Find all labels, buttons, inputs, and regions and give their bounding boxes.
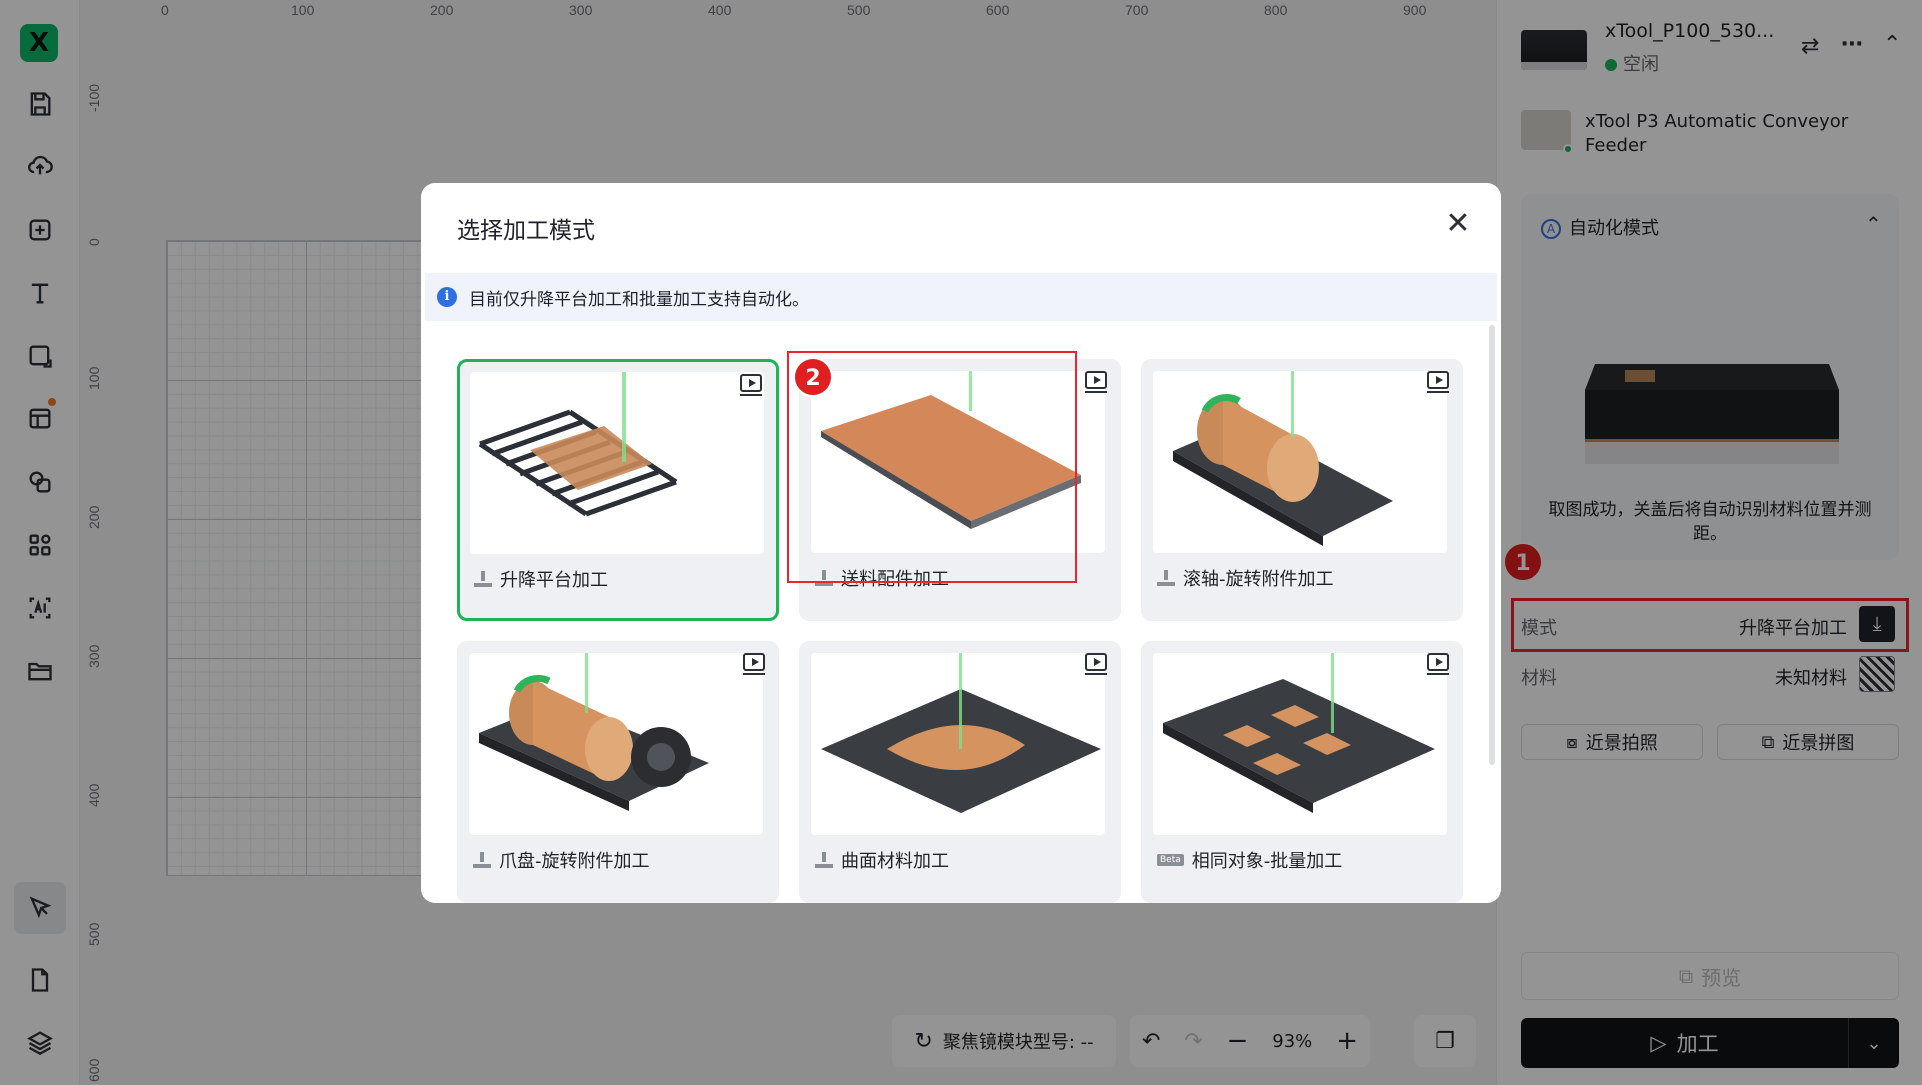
card-image <box>470 372 764 554</box>
info-text: 目前仅升降平台加工和批量加工支持自动化。 <box>469 289 809 310</box>
card-image <box>469 653 763 835</box>
step-badge-2: 2 <box>793 357 833 397</box>
lift-mode-icon <box>1157 570 1175 586</box>
card-label: 曲面材料加工 <box>815 847 949 873</box>
mode-card-curved-surface[interactable]: 曲面材料加工 <box>799 641 1121 903</box>
card-image <box>1153 371 1447 553</box>
video-icon[interactable] <box>1427 653 1449 675</box>
card-label-text: 爪盘-旋转附件加工 <box>499 851 650 872</box>
card-label: 滚轴-旋转附件加工 <box>1157 565 1334 591</box>
lift-mode-icon <box>474 571 492 587</box>
video-icon[interactable] <box>743 653 765 675</box>
card-label: 升降平台加工 <box>474 566 608 592</box>
chuck-rotary-illustration <box>479 653 709 811</box>
card-label: 爪盘-旋转附件加工 <box>473 847 650 873</box>
card-label-text: 滚轴-旋转附件加工 <box>1183 569 1334 590</box>
card-label-text: 相同对象-批量加工 <box>1191 851 1343 872</box>
mode-card-batch-processing[interactable]: Beta 相同对象-批量加工 <box>1141 641 1463 903</box>
info-icon: i <box>437 287 457 307</box>
video-icon[interactable] <box>740 374 762 396</box>
scrollbar[interactable] <box>1489 325 1495 765</box>
card-label: Beta 相同对象-批量加工 <box>1157 847 1342 873</box>
beta-badge: Beta <box>1157 854 1184 866</box>
lift-mode-icon <box>473 852 491 868</box>
processing-mode-dialog: 选择加工模式 ✕ i 目前仅升降平台加工和批量加工支持自动化。 升降平台加工 送… <box>421 183 1501 903</box>
close-icon[interactable]: ✕ <box>1443 209 1473 239</box>
lift-platform-illustration <box>478 372 678 517</box>
mode-card-chuck-rotary[interactable]: 爪盘-旋转附件加工 <box>457 641 779 903</box>
info-banner: i 目前仅升降平台加工和批量加工支持自动化。 <box>425 273 1497 321</box>
card-image <box>811 653 1105 835</box>
mode-card-roller-rotary[interactable]: 滚轴-旋转附件加工 <box>1141 359 1463 621</box>
card-image <box>1153 653 1447 835</box>
video-icon[interactable] <box>1085 371 1107 393</box>
lift-mode-icon <box>815 852 833 868</box>
batch-processing-illustration <box>1163 653 1435 813</box>
card-label-text: 曲面材料加工 <box>841 851 949 872</box>
curved-surface-illustration <box>821 653 1101 813</box>
roller-rotary-illustration <box>1173 371 1393 546</box>
dialog-title: 选择加工模式 <box>457 218 595 244</box>
video-icon[interactable] <box>1427 371 1449 393</box>
card-label-text: 升降平台加工 <box>500 570 608 591</box>
mode-card-lift-platform[interactable]: 升降平台加工 <box>457 359 779 621</box>
video-icon[interactable] <box>1085 653 1107 675</box>
